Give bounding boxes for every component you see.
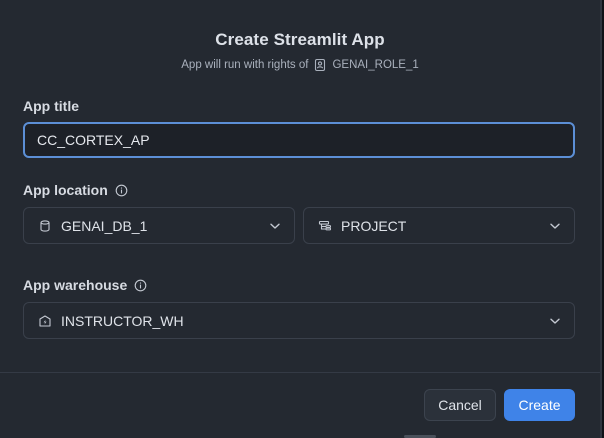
app-warehouse-label-row: App warehouse xyxy=(23,277,147,293)
app-title-input[interactable] xyxy=(23,122,575,158)
warehouse-select-value: INSTRUCTOR_WH xyxy=(61,312,184,329)
subtitle-prefix: App will run with rights of xyxy=(181,59,309,71)
dialog-subtitle: App will run with rights of GENAI_ROLE_1 xyxy=(0,58,600,72)
footer-divider xyxy=(0,372,600,373)
schema-icon xyxy=(318,219,332,233)
database-icon xyxy=(38,219,52,233)
database-select-value: GENAI_DB_1 xyxy=(61,217,148,234)
app-warehouse-label: App warehouse xyxy=(23,277,128,293)
schema-select-value: PROJECT xyxy=(341,217,407,234)
user-badge-icon xyxy=(313,58,327,72)
info-icon[interactable] xyxy=(134,279,147,292)
info-icon[interactable] xyxy=(115,184,128,197)
dialog-header: Create Streamlit App App will run with r… xyxy=(0,30,600,72)
app-title-label-row: App title xyxy=(23,98,79,114)
app-location-label: App location xyxy=(23,182,108,198)
app-title-label: App title xyxy=(23,98,79,114)
warehouse-icon xyxy=(38,314,52,328)
role-name: GENAI_ROLE_1 xyxy=(332,59,419,71)
create-button[interactable]: Create xyxy=(504,389,575,421)
database-select[interactable]: GENAI_DB_1 xyxy=(23,207,295,244)
chevron-down-icon xyxy=(548,314,562,328)
chevron-down-icon xyxy=(548,219,562,233)
app-location-label-row: App location xyxy=(23,182,128,198)
schema-select[interactable]: PROJECT xyxy=(303,207,575,244)
chevron-down-icon xyxy=(268,219,282,233)
dialog-title: Create Streamlit App xyxy=(215,30,385,49)
create-streamlit-app-dialog: Create Streamlit App App will run with r… xyxy=(0,0,602,438)
warehouse-select[interactable]: INSTRUCTOR_WH xyxy=(23,302,575,339)
cancel-button[interactable]: Cancel xyxy=(424,389,496,421)
